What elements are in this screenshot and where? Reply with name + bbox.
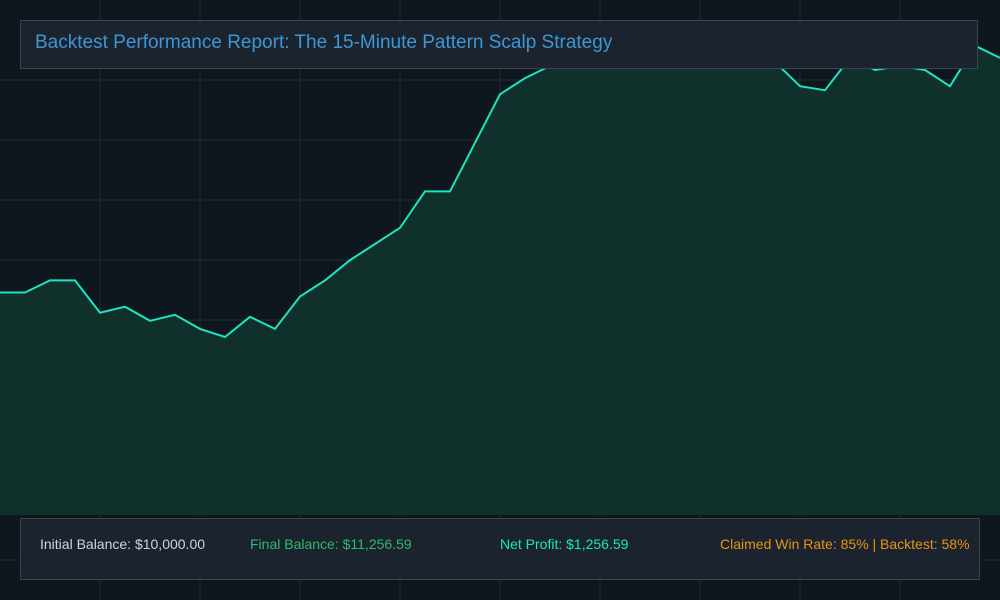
equity-chart: [0, 0, 1000, 600]
win-rate-comparison: Claimed Win Rate: 85% | Backtest: 58%: [720, 536, 970, 552]
chart-title: Backtest Performance Report: The 15-Minu…: [35, 32, 613, 53]
net-profit: Net Profit: $1,256.59: [500, 536, 629, 552]
chart-stage: Backtest Performance Report: The 15-Minu…: [0, 0, 1000, 600]
final-balance: Final Balance: $11,256.59: [250, 536, 412, 552]
title-panel: Backtest Performance Report: The 15-Minu…: [20, 20, 978, 69]
initial-balance: Initial Balance: $10,000.00: [40, 536, 206, 552]
stats-panel: Initial Balance: $10,000.00 Final Balanc…: [20, 518, 980, 580]
